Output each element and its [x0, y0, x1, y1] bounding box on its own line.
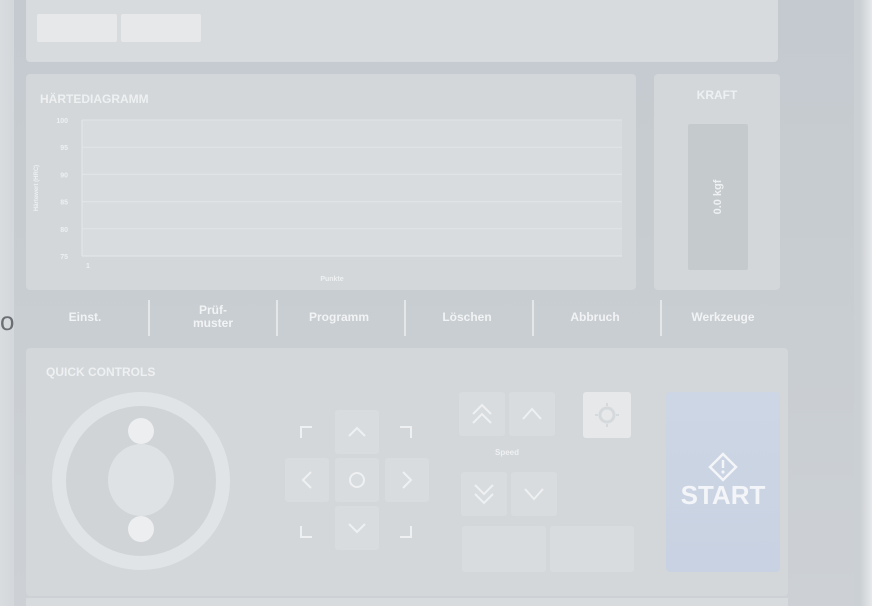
dpad-right-button[interactable] — [385, 458, 429, 502]
dpad-left-button[interactable] — [285, 458, 329, 502]
dpad-corner-br — [400, 526, 412, 538]
quick-controls-title: QUICK CONTROLS — [46, 365, 156, 379]
double-chevron-up-icon — [472, 403, 492, 424]
menu-item-test-pattern[interactable]: Prüf- muster — [154, 292, 272, 342]
menu-separator — [532, 300, 534, 336]
speed-label: Speed — [494, 448, 519, 457]
circle-icon — [349, 472, 365, 488]
dpad-corner-bl — [300, 526, 312, 538]
chart-y-tick-label: 95 — [60, 145, 68, 152]
menu-bar: Einst. Prüf- muster Programm Löschen Abb… — [26, 292, 786, 342]
jog-up-dot[interactable] — [128, 418, 154, 444]
chart-x-tick-label: 1 — [86, 263, 90, 270]
chevron-right-icon — [402, 471, 413, 489]
menu-item-settings[interactable]: Einst. — [26, 292, 144, 342]
light-icon — [595, 403, 619, 427]
diamond-start-icon — [708, 452, 738, 482]
jog-down-dot[interactable] — [128, 516, 154, 542]
menu-item-program[interactable]: Programm — [280, 292, 398, 342]
menu-separator — [404, 300, 406, 336]
chevron-up-icon — [522, 407, 542, 420]
chart-y-tick-label: 80 — [60, 227, 68, 234]
chevron-left-icon — [301, 471, 312, 489]
force-title: KRAFT — [696, 88, 738, 102]
down-button[interactable] — [511, 472, 557, 516]
edge-character: o — [0, 306, 15, 336]
chart-y-tick-label: 90 — [60, 172, 68, 179]
chart-plot-area — [82, 120, 622, 256]
menu-item-tools[interactable]: Werkzeuge — [664, 292, 782, 342]
function-button-2[interactable] — [550, 526, 634, 572]
force-value: 0.0 kgf — [712, 179, 724, 215]
menu-separator — [276, 300, 278, 336]
chevron-up-icon — [348, 426, 366, 437]
menu-separator — [660, 300, 662, 336]
light-button[interactable] — [583, 392, 631, 438]
menu-separator — [148, 300, 150, 336]
start-label: START — [680, 480, 766, 510]
chevron-down-icon — [524, 488, 544, 501]
up-button[interactable] — [509, 392, 555, 436]
top-button-2[interactable] — [121, 14, 201, 42]
menu-item-delete[interactable]: Löschen — [408, 292, 526, 342]
dpad-corner-tl — [300, 426, 312, 438]
top-button-1[interactable] — [37, 14, 117, 42]
dpad-corner-tr — [400, 426, 412, 438]
jog-center-button[interactable] — [108, 444, 174, 516]
dpad-up-button[interactable] — [335, 410, 379, 454]
fast-up-button[interactable] — [459, 392, 505, 436]
fast-down-button[interactable] — [461, 472, 507, 516]
dpad-down-button[interactable] — [335, 506, 379, 550]
force-display: 0.0 kgf — [688, 124, 748, 270]
chart-y-tick-label: 100 — [56, 118, 68, 125]
menu-item-abort[interactable]: Abbruch — [536, 292, 654, 342]
chevron-down-icon — [348, 523, 366, 534]
bottom-strip — [26, 598, 788, 606]
dpad-center-button[interactable] — [335, 458, 379, 502]
chart-x-axis-label: Punkte — [320, 276, 343, 283]
chart-y-tick-label: 75 — [60, 254, 68, 261]
function-button-1[interactable] — [462, 526, 546, 572]
double-chevron-down-icon — [474, 484, 494, 505]
start-button[interactable]: START — [666, 392, 780, 572]
chart-y-tick-label: 85 — [60, 200, 68, 207]
chart-y-axis-label: Härtewert (HRC) — [34, 165, 40, 211]
hardness-chart: 100 95 90 85 80 75 1 Punkte Härtewert (HRC) — [34, 118, 622, 283]
